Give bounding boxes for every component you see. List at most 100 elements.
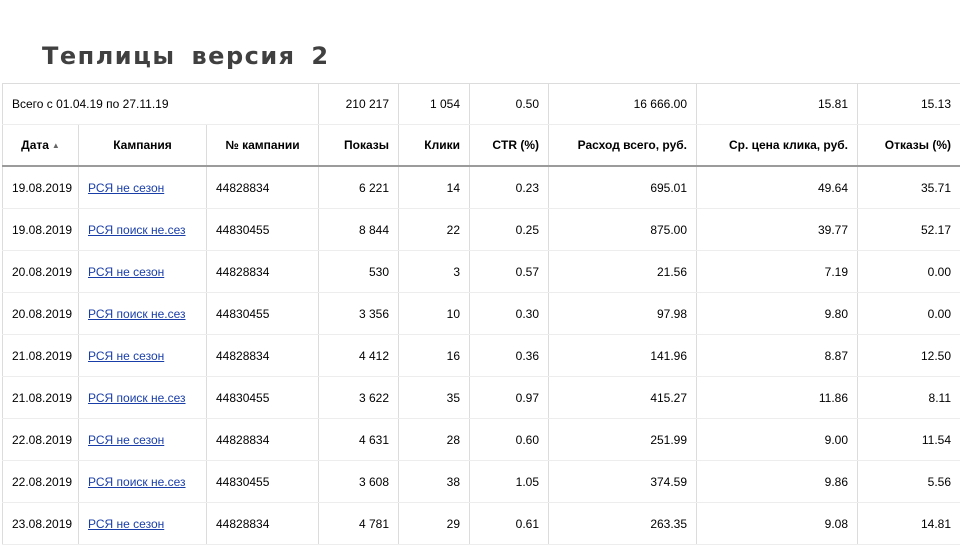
cell-cpc: 9.00 (697, 419, 858, 461)
cell-ctr: 0.60 (470, 419, 549, 461)
cell-campaign-id: 44828834 (207, 419, 319, 461)
campaign-link[interactable]: РСЯ не сезон (88, 433, 164, 447)
cell-cpc: 11.86 (697, 377, 858, 419)
campaign-link[interactable]: РСЯ не сезон (88, 349, 164, 363)
page-title: Теплицы версия 2 (42, 42, 330, 70)
cell-campaign: РСЯ не сезон (79, 419, 207, 461)
cell-date: 22.08.2019 (3, 419, 79, 461)
cell-date: 22.08.2019 (3, 461, 79, 503)
col-header-cost[interactable]: Расход всего, руб. (549, 125, 697, 167)
cell-clicks: 38 (399, 461, 470, 503)
cell-campaign: РСЯ поиск не.сез (79, 377, 207, 419)
cell-bounce: 0.00 (858, 251, 960, 293)
campaign-link[interactable]: РСЯ поиск не.сез (88, 223, 186, 237)
cell-date: 19.08.2019 (3, 209, 79, 251)
table-row: 20.08.2019РСЯ поиск не.сез448304553 3561… (3, 293, 960, 335)
cell-campaign-id: 44830455 (207, 209, 319, 251)
cell-ctr: 0.97 (470, 377, 549, 419)
campaign-link[interactable]: РСЯ поиск не.сез (88, 475, 186, 489)
cell-impressions: 530 (319, 251, 399, 293)
total-impressions: 210 217 (319, 84, 399, 125)
cell-campaign-id: 44828834 (207, 503, 319, 545)
col-header-bounce[interactable]: Отказы (%) (858, 125, 960, 167)
campaign-link[interactable]: РСЯ поиск не.сез (88, 307, 186, 321)
cell-campaign-id: 44828834 (207, 251, 319, 293)
cell-impressions: 4 412 (319, 335, 399, 377)
cell-bounce: 5.56 (858, 461, 960, 503)
cell-bounce: 11.54 (858, 419, 960, 461)
cell-ctr: 1.05 (470, 461, 549, 503)
cell-ctr: 0.61 (470, 503, 549, 545)
campaign-link[interactable]: РСЯ не сезон (88, 181, 164, 195)
cell-cost: 695.01 (549, 166, 697, 209)
cell-cost: 415.27 (549, 377, 697, 419)
cell-campaign-id: 44830455 (207, 293, 319, 335)
cell-campaign-id: 44828834 (207, 335, 319, 377)
col-header-campaign[interactable]: Кампания (79, 125, 207, 167)
cell-bounce: 14.81 (858, 503, 960, 545)
header-row: Дата▲ Кампания № кампании Показы Клики C… (3, 125, 960, 167)
cell-cpc: 49.64 (697, 166, 858, 209)
cell-impressions: 4 781 (319, 503, 399, 545)
table-row: 23.08.2019РСЯ не сезон448288344 781290.6… (3, 503, 960, 545)
col-header-impressions[interactable]: Показы (319, 125, 399, 167)
cell-cost: 875.00 (549, 209, 697, 251)
cell-bounce: 35.71 (858, 166, 960, 209)
cell-campaign: РСЯ не сезон (79, 251, 207, 293)
cell-impressions: 6 221 (319, 166, 399, 209)
cell-cpc: 39.77 (697, 209, 858, 251)
cell-impressions: 3 608 (319, 461, 399, 503)
cell-clicks: 22 (399, 209, 470, 251)
cell-cpc: 9.86 (697, 461, 858, 503)
campaign-link[interactable]: РСЯ поиск не.сез (88, 391, 186, 405)
cell-date: 21.08.2019 (3, 335, 79, 377)
table-row: 20.08.2019РСЯ не сезон4482883453030.5721… (3, 251, 960, 293)
cell-ctr: 0.23 (470, 166, 549, 209)
total-cost: 16 666.00 (549, 84, 697, 125)
table-row: 22.08.2019 РСЯ не сезон 448288344 631280.6… (3, 419, 960, 461)
sort-ascending-icon: ▲ (52, 141, 60, 150)
cell-cpc: 8.87 (697, 335, 858, 377)
cell-bounce: 8.11 (858, 377, 960, 419)
cell-ctr: 0.25 (470, 209, 549, 251)
cell-cpc: 9.08 (697, 503, 858, 545)
cell-clicks: 29 (399, 503, 470, 545)
cell-cpc: 7.19 (697, 251, 858, 293)
cell-cpc: 9.80 (697, 293, 858, 335)
cell-date: 20.08.2019 (3, 251, 79, 293)
total-cpc: 15.81 (697, 84, 858, 125)
col-header-cpc[interactable]: Ср. цена клика, руб. (697, 125, 858, 167)
cell-bounce: 0.00 (858, 293, 960, 335)
cell-bounce: 12.50 (858, 335, 960, 377)
cell-campaign: РСЯ не сезон (79, 166, 207, 209)
table-row: 21.08.2019РСЯ поиск не.сез448304553 6223… (3, 377, 960, 419)
campaign-link[interactable]: РСЯ не сезон (88, 517, 164, 531)
cell-clicks: 14 (399, 166, 470, 209)
cell-ctr: 0.30 (470, 293, 549, 335)
cell-campaign-id: 44830455 (207, 461, 319, 503)
cell-date: 21.08.2019 (3, 377, 79, 419)
cell-campaign: РСЯ поиск не.сез (79, 209, 207, 251)
cell-impressions: 3 622 (319, 377, 399, 419)
cell-clicks: 10 (399, 293, 470, 335)
cell-clicks: 3 (399, 251, 470, 293)
cell-campaign: РСЯ не сезон (79, 335, 207, 377)
cell-campaign: РСЯ поиск не.сез (79, 461, 207, 503)
total-clicks: 1 054 (399, 84, 470, 125)
col-header-campaign-id[interactable]: № кампании (207, 125, 319, 167)
cell-cost: 97.98 (549, 293, 697, 335)
cell-campaign: РСЯ не сезон (79, 503, 207, 545)
table-body: 19.08.2019РСЯ не сезон448288346 221140.2… (3, 166, 960, 545)
table-row: 22.08.2019РСЯ поиск не.сез448304553 6083… (3, 461, 960, 503)
cell-cost: 374.59 (549, 461, 697, 503)
col-header-clicks[interactable]: Клики (399, 125, 470, 167)
total-ctr: 0.50 (470, 84, 549, 125)
campaign-link[interactable]: РСЯ не сезон (88, 265, 164, 279)
col-header-ctr[interactable]: CTR (%) (470, 125, 549, 167)
cell-clicks: 28 (399, 419, 470, 461)
cell-impressions: 4 631 (319, 419, 399, 461)
col-header-date[interactable]: Дата▲ (3, 125, 79, 167)
cell-impressions: 8 844 (319, 209, 399, 251)
cell-campaign: РСЯ поиск не.сез (79, 293, 207, 335)
cell-campaign-id: 44830455 (207, 377, 319, 419)
